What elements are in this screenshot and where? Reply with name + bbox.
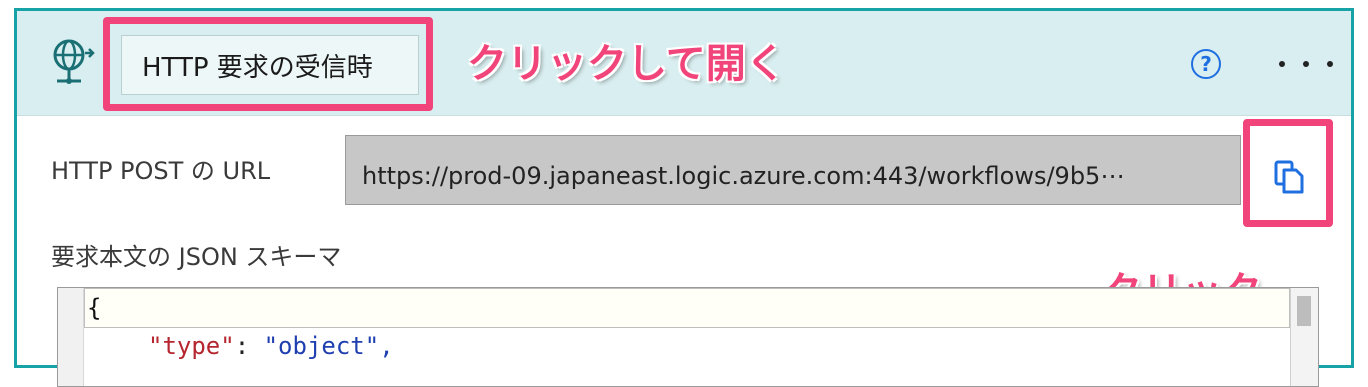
http-post-url-field[interactable]: https://prod-09.japaneast.logic.azure.co…: [345, 135, 1241, 205]
card-header[interactable]: HTTP 要求の受信時 クリックして開く ?: [17, 11, 1351, 116]
json-schema-editor[interactable]: { "type": "object",: [57, 287, 1319, 387]
editor-scrollbar[interactable]: [1290, 288, 1318, 386]
code-line[interactable]: {: [84, 288, 1290, 328]
open-hint-annotation: クリックして開く: [467, 41, 786, 87]
dot-icon: [1303, 61, 1309, 67]
dot-icon: [1279, 61, 1285, 67]
help-icon[interactable]: ?: [1191, 49, 1221, 79]
json-key: "type": [148, 332, 235, 360]
url-label: HTTP POST の URL: [51, 157, 271, 185]
globe-network-icon: [53, 39, 95, 84]
copy-highlight-box: [1243, 119, 1333, 227]
schema-label: 要求本文の JSON スキーマ: [51, 243, 342, 271]
copy-icon[interactable]: [1274, 160, 1304, 194]
code-line[interactable]: "type": "object",: [148, 332, 394, 360]
json-separator: :: [234, 332, 264, 360]
editor-gutter: [58, 288, 84, 386]
more-options-icon[interactable]: [1279, 49, 1333, 79]
dot-icon: [1327, 61, 1333, 67]
json-value: "object",: [263, 332, 394, 360]
title-highlight-box: [103, 17, 433, 111]
scrollbar-thumb[interactable]: [1297, 296, 1311, 326]
trigger-card: HTTP 要求の受信時 クリックして開く ? HTTP POST の URL h…: [14, 8, 1354, 387]
